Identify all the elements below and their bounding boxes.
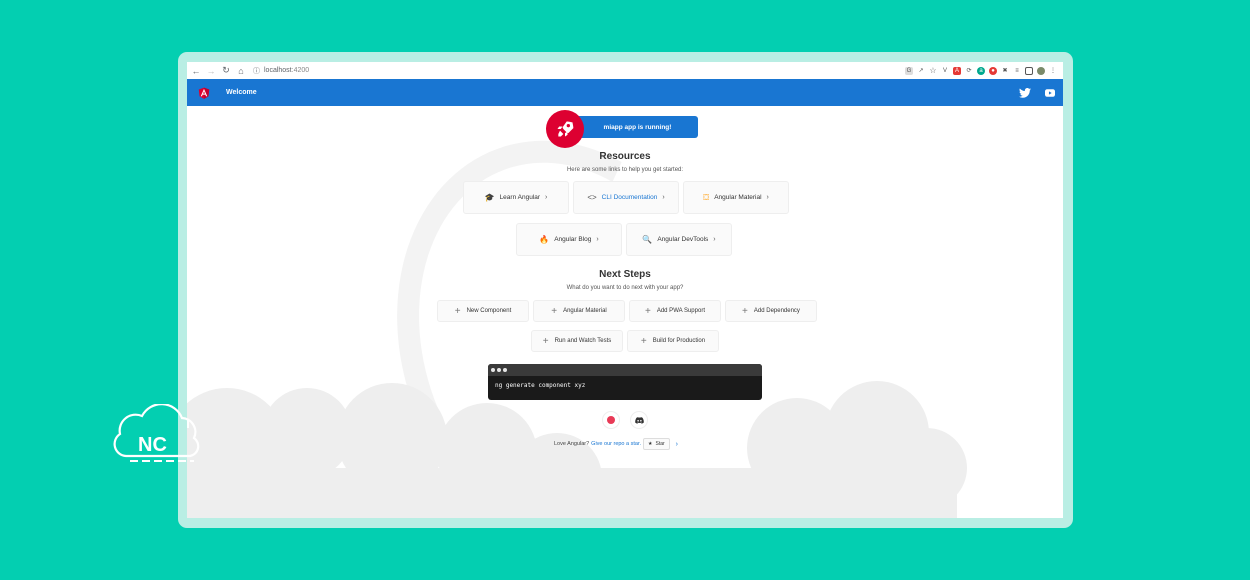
graduation-cap-icon: 🎓 [484, 193, 495, 202]
back-icon[interactable]: ← [190, 65, 202, 77]
youtube-icon[interactable] [1045, 88, 1055, 97]
plus-icon: + [542, 335, 549, 347]
card-angular-devtools[interactable]: 🔍 Angular DevTools › [626, 223, 732, 256]
star-icon: ★ [648, 441, 653, 447]
angular-logo-icon [198, 87, 210, 99]
running-label: miapp app is running! [603, 123, 672, 131]
extension-v-icon[interactable]: V [941, 67, 949, 75]
card-label: Angular Blog [554, 236, 592, 243]
card-angular-blog[interactable]: 🔥 Angular Blog › [516, 223, 622, 256]
card-learn-angular[interactable]: 🎓 Learn Angular › [463, 181, 569, 214]
step-label: Add PWA Support [656, 308, 705, 314]
animations-link[interactable] [602, 411, 620, 429]
resources-subtitle: Here are some links to help you get star… [566, 167, 684, 173]
card-label: Angular DevTools [657, 236, 709, 243]
code-icon: <> [587, 193, 597, 202]
chevron-right-icon: › [545, 194, 548, 201]
card-label: Learn Angular [499, 194, 541, 201]
material-shield-icon: ⛋ [703, 192, 710, 202]
nc-cloud-logo-icon: NC [113, 404, 200, 462]
app-running-banner: miapp app is running! [565, 116, 698, 138]
step-label: Build for Production [652, 338, 706, 344]
step-build-for-production[interactable]: + Build for Production [627, 330, 719, 352]
star-label: Star [655, 441, 665, 447]
share-icon[interactable]: ↗ [917, 67, 925, 75]
step-label: New Component [466, 308, 512, 314]
url-host: localhost [264, 67, 292, 74]
avatar[interactable] [1037, 66, 1045, 75]
chevron-right-icon: › [596, 236, 599, 243]
extension-teal-icon[interactable]: a [977, 66, 985, 75]
plus-icon: + [742, 305, 748, 317]
step-label: Run and Watch Tests [554, 338, 612, 344]
terminal-titlebar [488, 364, 762, 376]
extension-icons: G ↗ ☆ V A ⟳ a ● ✖ ≡ ⋮ [905, 66, 1063, 75]
app-toolbar: Welcome [187, 79, 1063, 106]
toolbar-title: Welcome [226, 89, 257, 96]
star-button[interactable]: ★ Star [643, 438, 670, 450]
flame-icon: 🔥 [539, 235, 550, 244]
chevron-right-icon: › [766, 194, 769, 201]
nc-logo-text: NC [138, 434, 167, 456]
step-add-dependency[interactable]: + Add Dependency [725, 300, 817, 322]
resources-title: Resources [599, 151, 651, 162]
discord-icon [634, 416, 644, 424]
rocket-icon [546, 110, 584, 148]
extension-spiral-icon[interactable]: ⟳ [965, 67, 973, 75]
step-add-pwa-support[interactable]: + Add PWA Support [629, 300, 721, 322]
reload-icon[interactable]: ↻ [220, 65, 232, 77]
plus-icon: + [454, 305, 461, 317]
step-label: Add Dependency [753, 308, 800, 314]
star-repo-row: Love Angular? Give our repo a star. ★ St… [554, 438, 678, 450]
plus-icon: + [640, 335, 647, 347]
url-port: :4200 [291, 67, 310, 74]
step-angular-material[interactable]: + Angular Material [533, 300, 625, 322]
puzzle-icon[interactable]: ✖ [1001, 67, 1009, 75]
reading-list-icon[interactable]: ≡ [1013, 67, 1021, 75]
card-cli-documentation[interactable]: <> CLI Documentation › [573, 181, 679, 214]
plus-icon: + [551, 305, 558, 317]
plus-icon: + [645, 305, 651, 317]
repo-link[interactable]: Give our repo a star. [591, 441, 641, 447]
terminal: ng generate component xyz [488, 364, 762, 400]
sidepanel-icon[interactable] [1025, 66, 1033, 75]
terminal-dot [497, 368, 501, 372]
card-label: CLI Documentation [601, 194, 658, 201]
card-angular-material[interactable]: ⛋ Angular Material › [683, 181, 789, 214]
next-steps-title: Next Steps [599, 269, 651, 280]
info-icon[interactable]: ⓘ [253, 66, 260, 76]
animations-icon [607, 416, 615, 424]
extension-red-icon[interactable]: A [953, 66, 961, 75]
chevron-right-icon: › [713, 236, 716, 243]
social-links [1019, 87, 1063, 98]
step-new-component[interactable]: + New Component [437, 300, 529, 322]
terminal-dot [491, 368, 495, 372]
browser-window: ← → ↻ ⌂ ⓘ localhost:4200 G ↗ ☆ V A ⟳ a ●… [187, 62, 1063, 518]
terminal-command: ng generate component xyz [495, 382, 586, 389]
bookmark-star-icon[interactable]: ☆ [929, 66, 937, 75]
chevron-right-icon: › [662, 194, 665, 201]
translate-icon[interactable]: G [905, 66, 913, 75]
discord-link[interactable] [630, 411, 648, 429]
browser-address-bar: ← → ↻ ⌂ ⓘ localhost:4200 G ↗ ☆ V A ⟳ a ●… [187, 62, 1063, 80]
menu-kebab-icon[interactable]: ⋮ [1049, 67, 1057, 75]
step-label: Angular Material [563, 308, 607, 314]
love-text: Love Angular? [554, 441, 590, 447]
home-icon[interactable]: ⌂ [235, 65, 247, 77]
main-content: miapp app is running! Resources Here are… [187, 91, 1063, 518]
url-field[interactable]: ⓘ localhost:4200 [253, 65, 863, 77]
card-label: Angular Material [714, 194, 762, 201]
chevron-right-icon[interactable]: › [676, 441, 678, 448]
terminal-dot [503, 368, 507, 372]
step-run-and-watch-tests[interactable]: + Run and Watch Tests [531, 330, 623, 352]
next-steps-subtitle: What do you want to do next with your ap… [566, 285, 684, 291]
devtools-search-icon: 🔍 [642, 235, 653, 244]
forward-icon[interactable]: → [205, 65, 217, 77]
extension-red-circle-icon[interactable]: ● [989, 66, 997, 75]
twitter-icon[interactable] [1019, 87, 1031, 98]
